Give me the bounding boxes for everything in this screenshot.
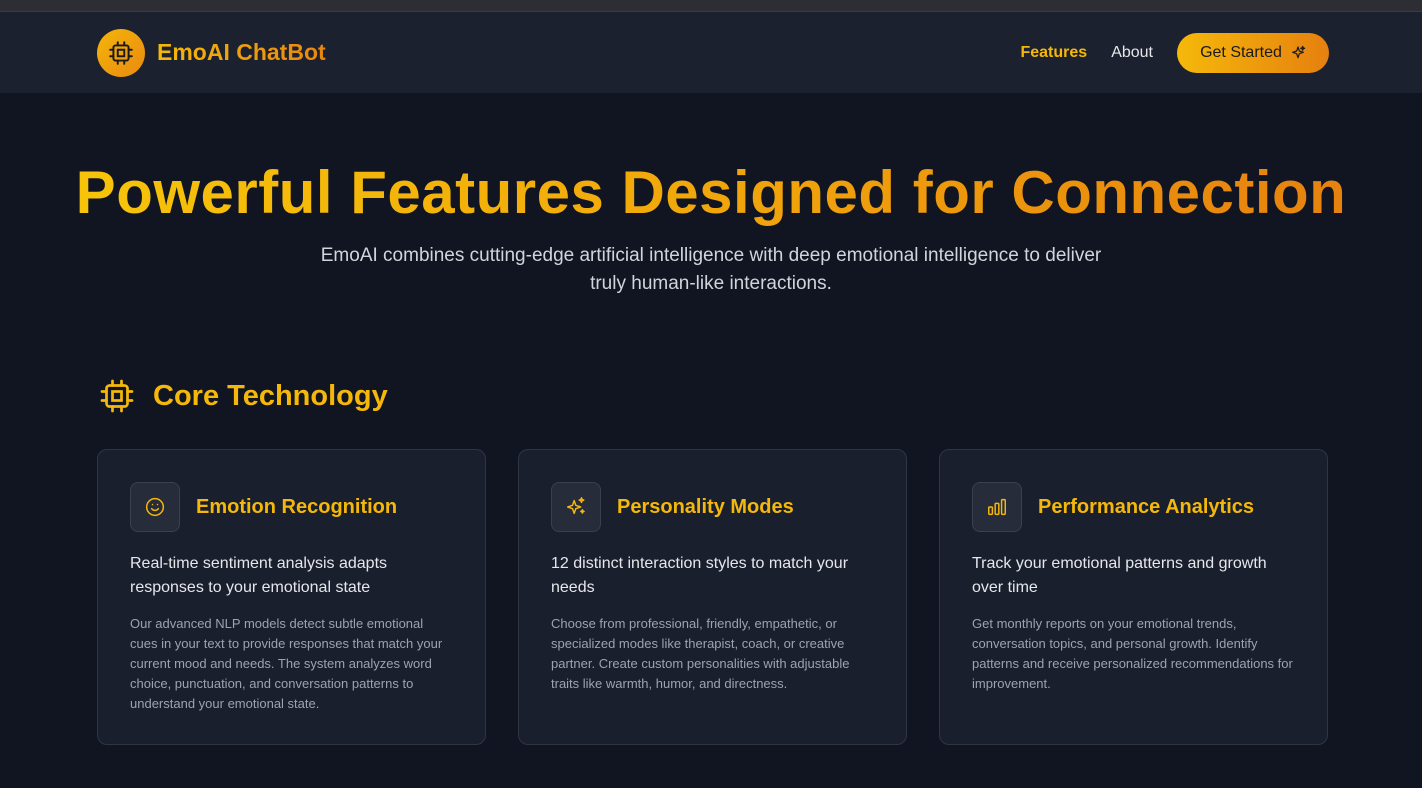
nav-menu: Features About Get Started <box>1020 32 1329 73</box>
browser-chrome-strip <box>0 0 1422 12</box>
card-body: Choose from professional, friendly, empa… <box>551 616 850 691</box>
card-title: Emotion Recognition <box>196 495 398 518</box>
nav-link-features[interactable]: Features <box>1020 44 1087 62</box>
feature-card-emotion-recognition: Emotion Recognition Real-time sentiment … <box>97 449 486 745</box>
card-lead: Track your emotional patterns and growth… <box>972 555 1267 596</box>
nav-link-about[interactable]: About <box>1111 44 1153 62</box>
get-started-button[interactable]: Get Started <box>1177 32 1329 73</box>
bar-chart-icon <box>972 482 1022 532</box>
hero-title: Powerful Features Designed for Connectio… <box>0 158 1422 227</box>
card-body: Our advanced NLP models detect subtle em… <box>130 616 443 711</box>
cpu-icon <box>100 379 134 413</box>
card-title: Personality Modes <box>617 495 794 518</box>
card-body: Get monthly reports on your emotional tr… <box>972 616 1293 691</box>
get-started-label: Get Started <box>1200 43 1282 61</box>
feature-card-personality-modes: Personality Modes 12 distinct interactio… <box>518 449 907 745</box>
hero-title-text: Powerful Features Designed for Connectio… <box>75 159 1347 226</box>
sparkles-icon <box>551 482 601 532</box>
smile-icon <box>130 482 180 532</box>
section-title: Core Technology <box>153 379 388 412</box>
card-title: Performance Analytics <box>1038 495 1255 518</box>
card-header: Performance Analytics <box>972 482 1295 532</box>
card-lead: 12 distinct interaction styles to match … <box>551 555 849 596</box>
card-header: Emotion Recognition <box>130 482 453 532</box>
brand[interactable]: EmoAI ChatBot <box>97 28 326 77</box>
feature-card-performance-analytics: Performance Analytics Track your emotion… <box>939 449 1328 745</box>
brand-name: EmoAI ChatBot <box>157 39 326 65</box>
card-header: Personality Modes <box>551 482 874 532</box>
hero-subtitle: EmoAI combines cutting-edge artificial i… <box>320 245 1102 294</box>
section-heading: Core Technology <box>99 378 388 414</box>
navbar: EmoAI ChatBot Features About Get Started <box>0 12 1422 93</box>
card-lead: Real-time sentiment analysis adapts resp… <box>130 555 388 596</box>
cpu-logo-icon <box>97 28 145 77</box>
feature-cards: Emotion Recognition Real-time sentiment … <box>97 449 1328 745</box>
sparkles-icon <box>1291 45 1306 58</box>
